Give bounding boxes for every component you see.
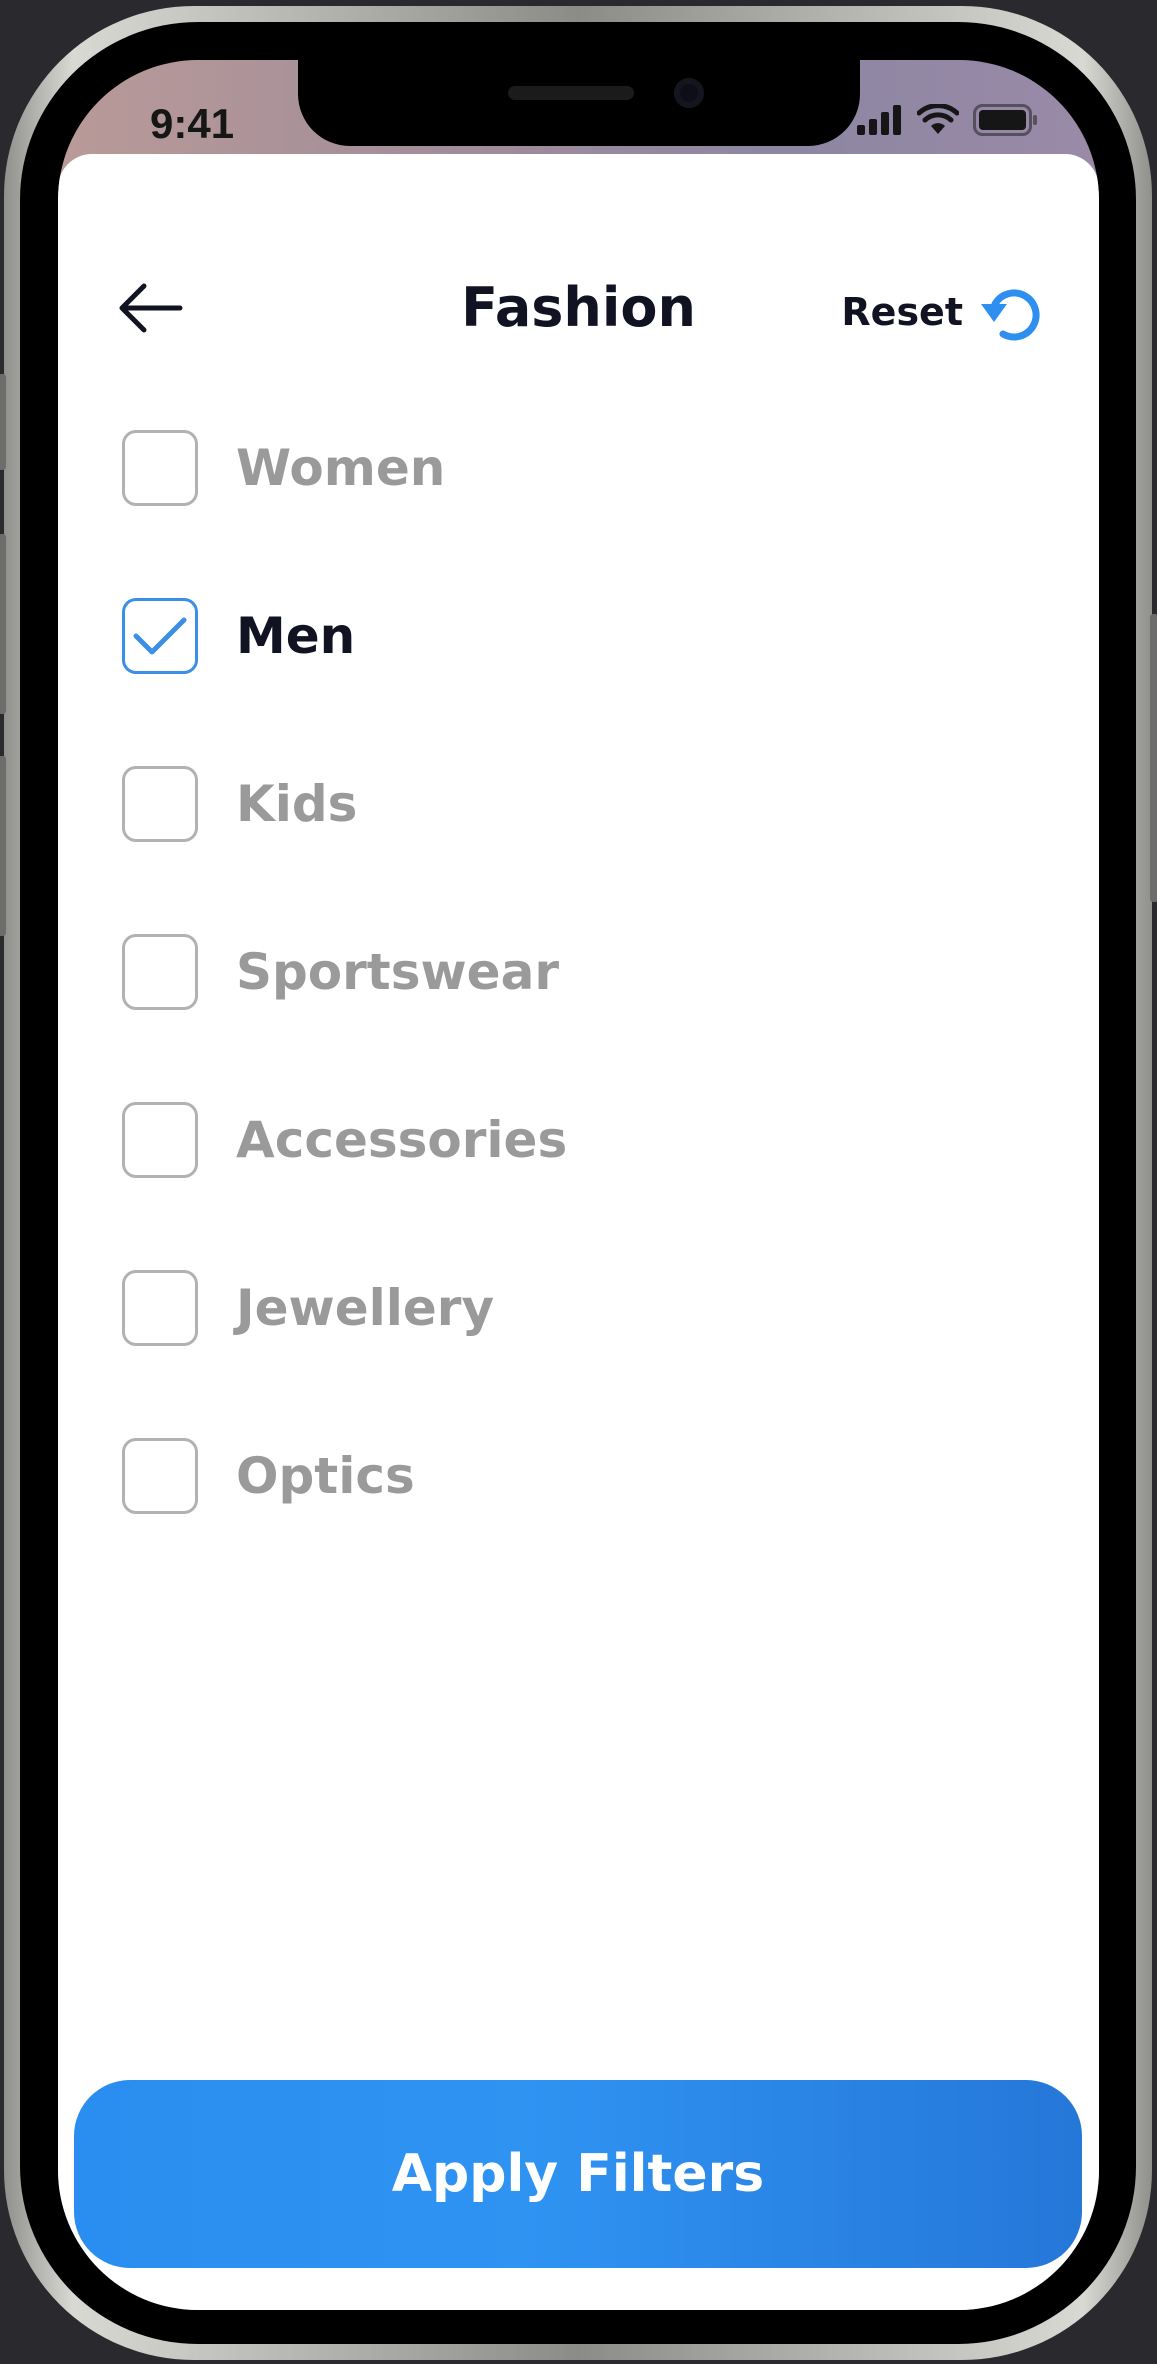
speaker bbox=[508, 86, 634, 100]
option-sportswear[interactable]: Sportswear bbox=[122, 930, 559, 1014]
status-time: 9:41 bbox=[150, 100, 235, 147]
checkbox[interactable] bbox=[122, 430, 198, 506]
option-jewellery[interactable]: Jewellery bbox=[122, 1266, 494, 1350]
notch bbox=[298, 60, 860, 146]
checkbox[interactable] bbox=[122, 1438, 198, 1514]
option-accessories[interactable]: Accessories bbox=[122, 1098, 567, 1182]
reset-label: Reset bbox=[841, 290, 963, 334]
side-button-right bbox=[1150, 614, 1157, 902]
signal-icon bbox=[857, 105, 901, 135]
side-button-left-3 bbox=[0, 756, 6, 936]
checkbox[interactable] bbox=[122, 1270, 198, 1346]
option-women[interactable]: Women bbox=[122, 426, 445, 510]
option-label: Kids bbox=[236, 775, 358, 833]
option-label: Men bbox=[236, 607, 356, 665]
option-label: Sportswear bbox=[236, 943, 559, 1001]
apply-filters-button[interactable]: Apply Filters bbox=[74, 2080, 1082, 2268]
checkbox[interactable] bbox=[122, 766, 198, 842]
battery-icon bbox=[973, 104, 1037, 136]
wifi-icon bbox=[917, 104, 959, 134]
status-icons bbox=[857, 104, 1039, 136]
status-bar: 9:41 bbox=[58, 60, 1099, 160]
option-men[interactable]: Men bbox=[122, 594, 355, 678]
checkbox[interactable] bbox=[122, 1102, 198, 1178]
checkbox[interactable] bbox=[122, 934, 198, 1010]
phone-screen: 9:41 Fashion Reset Women Men Kids Sports… bbox=[58, 60, 1099, 2310]
refresh-icon bbox=[981, 289, 1040, 341]
option-label: Optics bbox=[236, 1447, 415, 1505]
option-kids[interactable]: Kids bbox=[122, 762, 357, 846]
option-label: Accessories bbox=[236, 1111, 568, 1169]
side-button-left-1 bbox=[0, 374, 6, 470]
option-label: Jewellery bbox=[236, 1279, 495, 1337]
filter-sheet: Fashion Reset Women Men Kids Sportswear … bbox=[58, 154, 1099, 2310]
side-button-left-2 bbox=[0, 534, 6, 714]
option-label: Women bbox=[236, 439, 446, 497]
front-camera bbox=[674, 78, 704, 108]
checkmark-icon bbox=[133, 617, 187, 655]
checkbox-checked[interactable] bbox=[122, 598, 198, 674]
option-optics[interactable]: Optics bbox=[122, 1434, 415, 1518]
reset-button[interactable]: Reset bbox=[841, 282, 1041, 342]
